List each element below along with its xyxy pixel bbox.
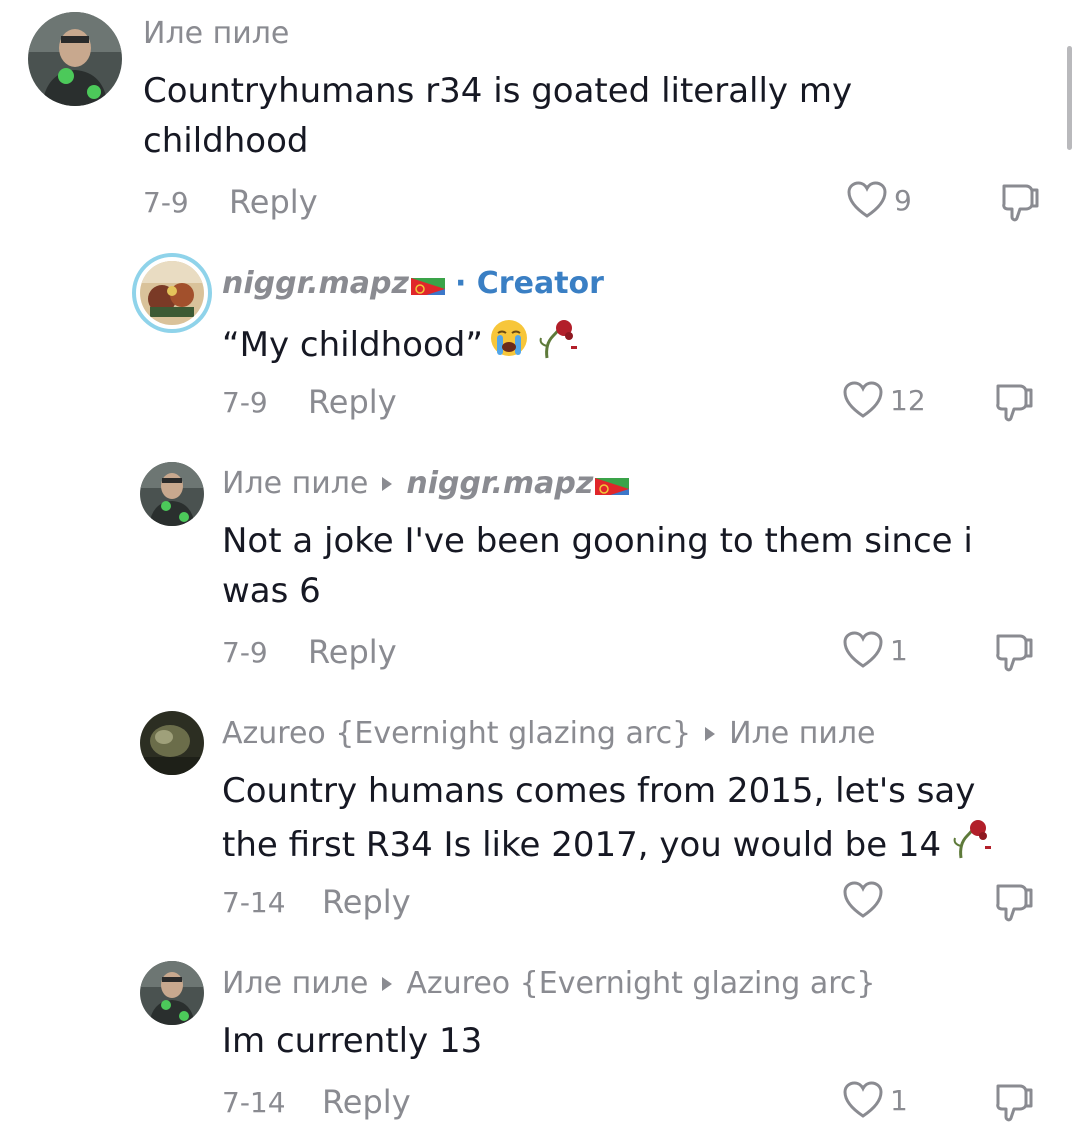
avatar[interactable]	[140, 961, 204, 1025]
dislike-button[interactable]	[992, 880, 1036, 928]
like-count: 9	[894, 183, 912, 217]
like-count: 12	[890, 383, 926, 417]
creator-badge: · Creator	[454, 266, 604, 301]
eritrea-flag-icon	[410, 273, 445, 295]
comment-text: Not a joke I've been gooning to them sin…	[222, 516, 973, 616]
comment-text-line: was 6	[222, 571, 321, 611]
comment-date: 7-14	[222, 885, 286, 919]
comment-text-line: Countryhumans r34 is goated literally my	[143, 71, 853, 111]
comment-text-line: the first R34 Is like 2017, you would be…	[222, 825, 942, 865]
like-button[interactable]: 1	[842, 630, 908, 670]
reply-to-name[interactable]: Иле пиле	[729, 716, 875, 751]
like-count: 1	[890, 633, 908, 667]
author-name[interactable]: Azureo {Evernight glazing arc}	[222, 716, 691, 751]
dislike-button[interactable]	[992, 630, 1036, 678]
thumbs-down-outline-icon	[996, 1084, 1033, 1122]
comment-text-line: Country humans comes from 2015, let's sa…	[222, 771, 976, 811]
comment-date: 7-9	[222, 635, 268, 669]
reply-button[interactable]: Reply	[322, 1083, 411, 1121]
reply-to-name[interactable]: niggr.mapz	[406, 466, 593, 501]
comment-author[interactable]: Иле пиле niggr.mapz	[222, 466, 630, 501]
author-name[interactable]: Иле пиле	[222, 466, 368, 501]
dislike-button[interactable]	[992, 1080, 1036, 1128]
comment-date: 7-14	[222, 1085, 286, 1119]
dislike-button[interactable]	[992, 380, 1036, 428]
reply-button[interactable]: Reply	[322, 883, 411, 921]
comment-text-line: “My childhood”	[222, 325, 483, 365]
thumbs-down-outline-icon	[1002, 184, 1039, 222]
thumbs-down-outline-icon	[996, 384, 1033, 422]
comment-author[interactable]: Azureo {Evernight glazing arc} Иле пиле	[222, 716, 876, 751]
like-button[interactable]: 9	[846, 180, 912, 220]
comment-date: 7-9	[143, 185, 189, 219]
comment-text-line: childhood	[143, 121, 309, 161]
like-button[interactable]	[842, 880, 890, 920]
reply-button[interactable]: Reply	[229, 183, 318, 221]
dislike-button[interactable]	[998, 180, 1042, 228]
caret-right-icon	[705, 726, 716, 741]
eritrea-flag-icon	[595, 473, 630, 495]
avatar[interactable]	[140, 462, 204, 526]
thumbs-down-outline-icon	[996, 634, 1033, 672]
avatar[interactable]	[28, 12, 122, 106]
like-count: 1	[890, 1083, 908, 1117]
thumbs-down-outline-icon	[996, 884, 1033, 922]
avatar[interactable]	[140, 711, 204, 775]
comment-author[interactable]: niggr.mapz · Creator	[222, 266, 604, 301]
comment-meta: 7-14 Reply	[222, 883, 411, 921]
avatar[interactable]	[140, 261, 204, 325]
caret-right-icon	[382, 976, 393, 991]
comment-meta: 7-9 Reply	[222, 633, 397, 671]
comment-author[interactable]: Иле пиле Azureo {Evernight glazing arc}	[222, 966, 876, 1001]
comment-date: 7-9	[222, 385, 268, 419]
wilted-flower-icon	[535, 316, 579, 374]
author-name[interactable]: Иле пиле	[222, 966, 368, 1001]
author-name[interactable]: niggr.mapz	[222, 266, 409, 301]
caret-right-icon	[382, 476, 393, 491]
comment-text: Country humans comes from 2015, let's sa…	[222, 766, 993, 874]
reply-button[interactable]: Reply	[308, 633, 397, 671]
comment-text: “My childhood”	[222, 316, 579, 374]
comment-text: Countryhumans r34 is goated literally my…	[143, 66, 852, 166]
scrollbar[interactable]	[1067, 46, 1072, 150]
heart-outline-icon	[847, 181, 887, 218]
comment-text: Im currently 13	[222, 1016, 482, 1066]
heart-outline-icon	[843, 631, 883, 668]
comment-meta: 7-9 Reply	[143, 183, 318, 221]
author-name[interactable]: Иле пиле	[143, 16, 289, 51]
comment-meta: 7-14 Reply	[222, 1083, 411, 1121]
comment-text-line: Not a joke I've been gooning to them sin…	[222, 521, 973, 561]
heart-outline-icon	[843, 881, 883, 918]
reply-to-name[interactable]: Azureo {Evernight glazing arc}	[406, 966, 875, 1001]
like-button[interactable]: 1	[842, 1080, 908, 1120]
heart-outline-icon	[843, 381, 883, 418]
comment-meta: 7-9 Reply	[222, 383, 397, 421]
crying-face-icon	[489, 318, 529, 372]
like-button[interactable]: 12	[842, 380, 926, 420]
comment-text-line: Im currently 13	[222, 1021, 483, 1061]
comment-author[interactable]: Иле пиле	[143, 16, 289, 51]
wilted-flower-icon	[949, 816, 993, 874]
reply-button[interactable]: Reply	[308, 383, 397, 421]
heart-outline-icon	[843, 1081, 883, 1118]
